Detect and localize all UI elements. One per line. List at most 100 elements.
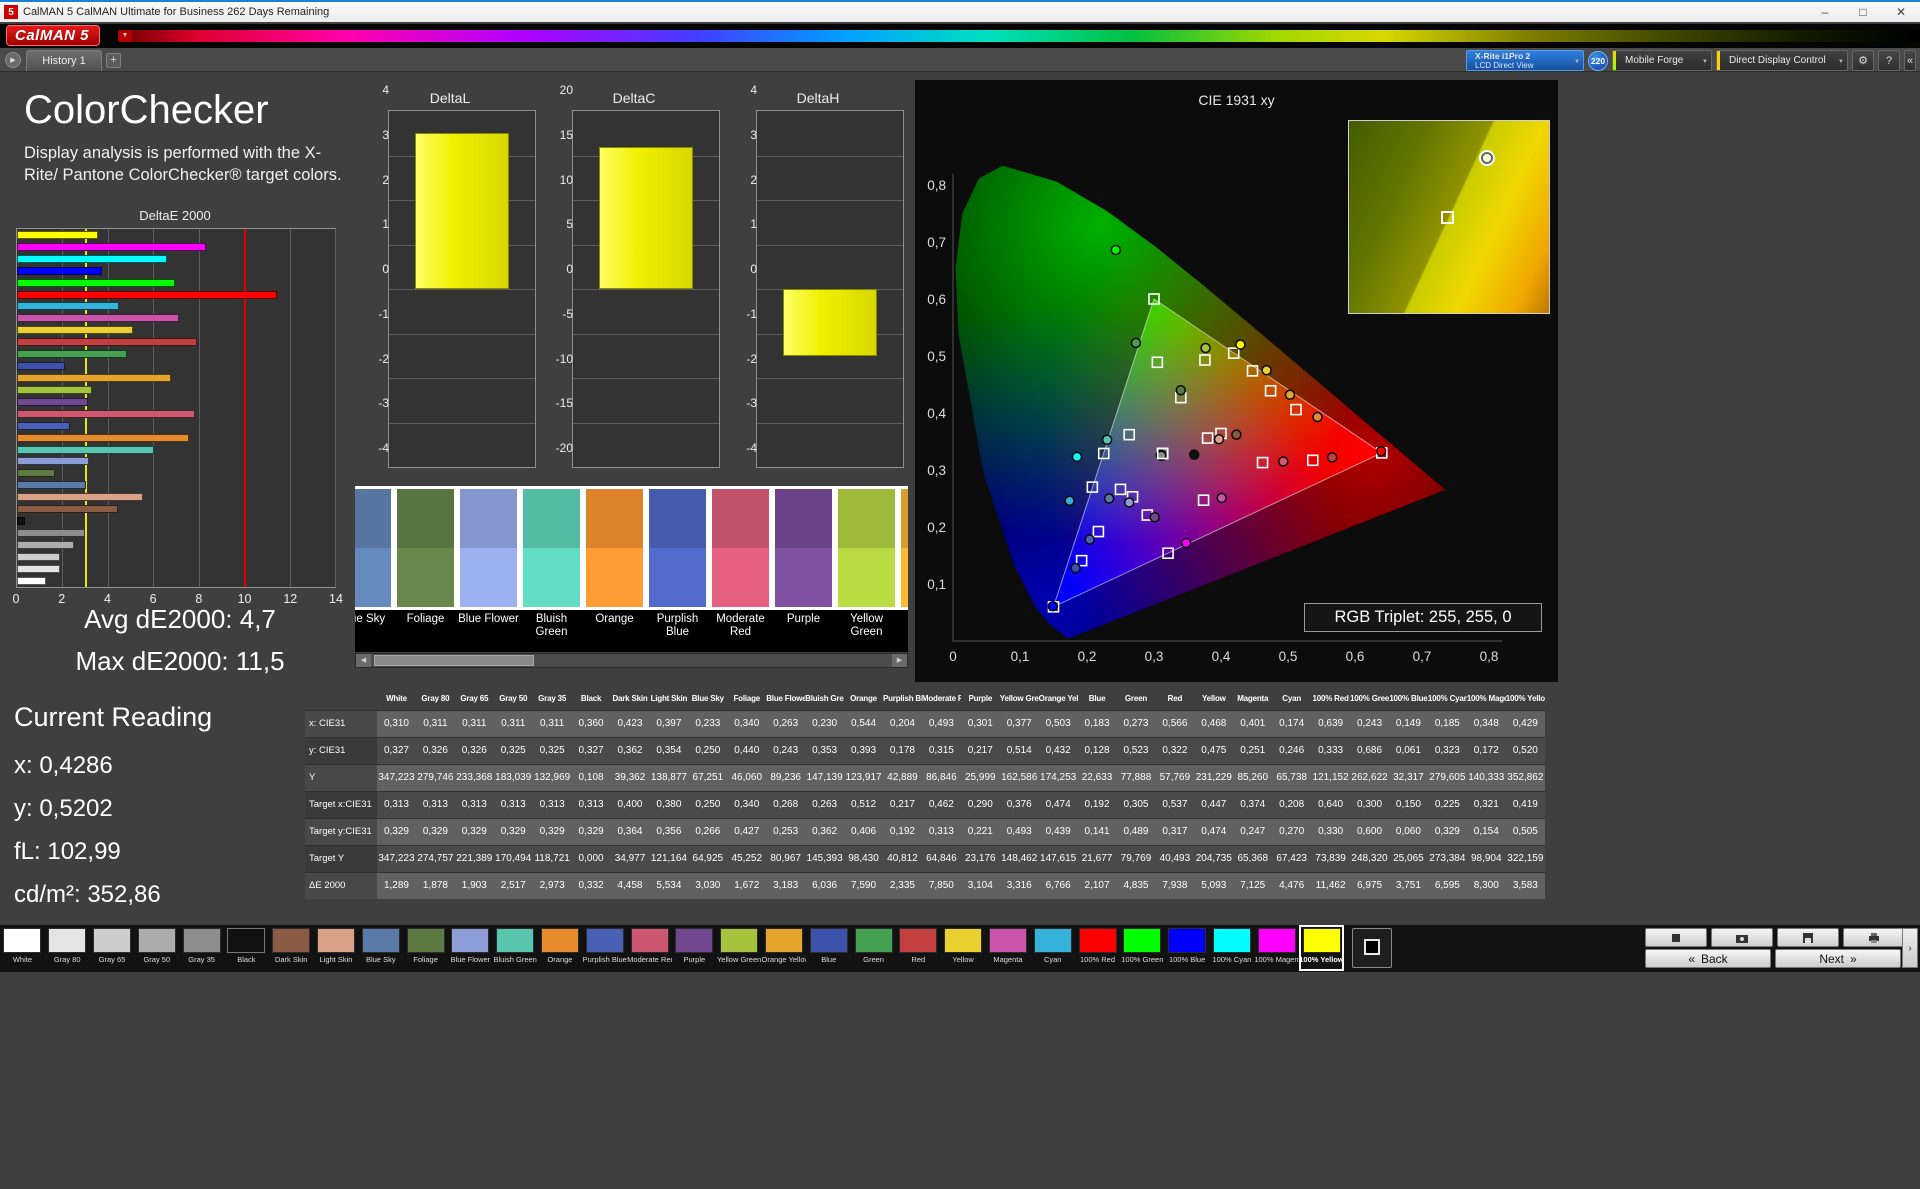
patch-button[interactable]: Gray 35 — [179, 925, 224, 971]
patch-preview[interactable]: Yellow Green — [835, 486, 898, 650]
patch-button[interactable]: White — [0, 925, 45, 971]
add-tab-button[interactable]: + — [106, 53, 121, 68]
patch-preview[interactable]: Orange — [583, 486, 646, 650]
patch-button[interactable]: Foliage — [403, 925, 448, 971]
table-cell: 0,377 — [999, 709, 1039, 737]
patch-button[interactable]: 100% Green — [1120, 925, 1165, 971]
close-button[interactable]: ✕ — [1882, 2, 1920, 22]
patch-preview[interactable]: Bluish Green — [520, 486, 583, 650]
stop-button[interactable] — [1645, 928, 1707, 947]
patch-preview[interactable]: Foliage — [394, 486, 457, 650]
back-button[interactable]: « Back — [1645, 949, 1771, 968]
column-header: 100% Yellow — [1505, 694, 1545, 704]
patch-button[interactable]: Blue — [806, 925, 851, 971]
deltae-bar — [17, 302, 119, 311]
tab-history-1[interactable]: History 1 — [26, 50, 102, 71]
patch-button[interactable]: Moderate Red — [627, 925, 672, 971]
next-button[interactable]: Next » — [1775, 949, 1901, 968]
patch-button[interactable]: Light Skin — [314, 925, 359, 971]
axis-tick-label: 2 — [750, 172, 757, 187]
patch-button[interactable]: Orange — [538, 925, 583, 971]
patch-button[interactable]: 100% Red — [1075, 925, 1120, 971]
table-cell: 279,746 — [415, 763, 455, 791]
patch-button[interactable]: 100% Blue — [1165, 925, 1210, 971]
deltae-bar — [17, 385, 93, 394]
patch-swatch — [137, 928, 176, 953]
table-cell: 162,586 — [999, 763, 1039, 791]
maximize-button[interactable]: □ — [1844, 2, 1882, 22]
nav-overflow-button[interactable]: › — [1902, 928, 1918, 968]
scrollbar-thumb[interactable] — [374, 655, 534, 666]
print-button[interactable] — [1843, 928, 1905, 947]
patch-swatch — [944, 928, 983, 953]
measured-point — [1175, 384, 1187, 396]
table-cell: 0,225 — [1427, 790, 1467, 818]
deltae-bar-chart — [16, 228, 336, 588]
patch-button[interactable]: Green — [851, 925, 896, 971]
patch-button[interactable]: Black — [224, 925, 269, 971]
meter-select-button[interactable]: X-Rite i1Pro 2 LCD Direct View ▼ — [1466, 50, 1584, 71]
patch-button[interactable]: Yellow — [941, 925, 986, 971]
patch-button-label: Yellow Green — [716, 955, 762, 964]
patch-preview[interactable]: Orange Yellow — [898, 486, 908, 650]
patch-button[interactable]: Blue Flower — [448, 925, 493, 971]
patch-button[interactable]: Yellow Green — [717, 925, 762, 971]
svg-text:0,1: 0,1 — [927, 577, 946, 592]
page-title: ColorChecker — [24, 88, 269, 132]
patch-button[interactable]: Magenta — [986, 925, 1031, 971]
patch-button[interactable]: Cyan — [1030, 925, 1075, 971]
deltae-bar — [17, 397, 88, 406]
table-cell: 3,104 — [960, 871, 1000, 899]
minimize-button[interactable]: – — [1806, 2, 1844, 22]
row-label: Target Y — [305, 844, 377, 872]
patch-button[interactable]: Bluish Green — [493, 925, 538, 971]
scroll-right-icon[interactable]: ▶ — [892, 654, 907, 667]
patch-button[interactable]: Gray 80 — [45, 925, 90, 971]
patch-button[interactable]: Purple — [672, 925, 717, 971]
deltae-bar — [17, 350, 127, 359]
table-cell: 0,489 — [1116, 817, 1156, 845]
source-select-button[interactable]: Mobile Forge ▼ — [1612, 50, 1712, 71]
table-cell: 138,877 — [649, 763, 689, 791]
column-header: 100% Magenta — [1466, 694, 1506, 704]
calman-logo[interactable]: CalMAN 5 — [6, 25, 101, 46]
patch-preview[interactable]: Purple — [772, 486, 835, 650]
scroll-left-icon[interactable]: ◀ — [356, 654, 371, 667]
patch-preview[interactable]: Blue Sky — [355, 486, 394, 650]
column-header: Gray 50 — [499, 694, 528, 704]
measurement-table: White Gray 80 Gray 65 Gray 50 Gray 35 Black Da… — [305, 688, 1545, 899]
help-button[interactable]: ? — [1878, 50, 1900, 71]
table-cell: 5,534 — [649, 871, 689, 899]
chevron-down-icon: ▼ — [1838, 59, 1844, 65]
patch-preview[interactable]: Purplish Blue — [646, 486, 709, 650]
patch-button[interactable]: Purplish Blue — [582, 925, 627, 971]
patch-button[interactable]: Dark Skin — [269, 925, 314, 971]
pin-button[interactable]: « — [1904, 50, 1916, 71]
patch-button[interactable]: 100% Cyan — [1210, 925, 1255, 971]
pattern-window-button[interactable] — [1352, 928, 1392, 968]
patch-strip-scrollbar[interactable]: ◀ ▶ — [355, 653, 908, 668]
table-cell: 98,904 — [1466, 844, 1506, 872]
reading-x: x: 0,4286 — [14, 752, 113, 779]
patch-button[interactable]: Gray 65 — [90, 925, 135, 971]
settings-gear-button[interactable]: ⚙ — [1852, 50, 1874, 71]
logo-dropdown-icon[interactable]: ▼ — [118, 30, 132, 42]
patch-button[interactable]: Orange Yellow — [762, 925, 806, 971]
capture-button[interactable] — [1711, 928, 1773, 947]
patch-button[interactable]: Gray 50 — [134, 925, 179, 971]
patch-button[interactable]: Blue Sky — [358, 925, 403, 971]
table-cell: 0,300 — [1350, 790, 1389, 818]
table-cell: 0,406 — [844, 817, 883, 845]
patch-preview[interactable]: Blue Flower — [457, 486, 520, 650]
save-icon — [1803, 932, 1813, 943]
column-header: Blue Flower — [766, 694, 806, 704]
patch-button[interactable]: Red — [896, 925, 941, 971]
patch-swatch — [809, 928, 848, 953]
patch-button[interactable]: 100% Yellow — [1299, 925, 1344, 971]
tab-scroll-arrow-icon[interactable]: ▶ — [5, 52, 21, 68]
axis-tick-label: -4 — [746, 441, 757, 455]
patch-button[interactable]: 100% Magenta — [1254, 925, 1299, 971]
save-button[interactable] — [1777, 928, 1839, 947]
display-control-button[interactable]: Direct Display Control ▼ — [1716, 50, 1848, 71]
patch-preview[interactable]: Moderate Red — [709, 486, 772, 650]
